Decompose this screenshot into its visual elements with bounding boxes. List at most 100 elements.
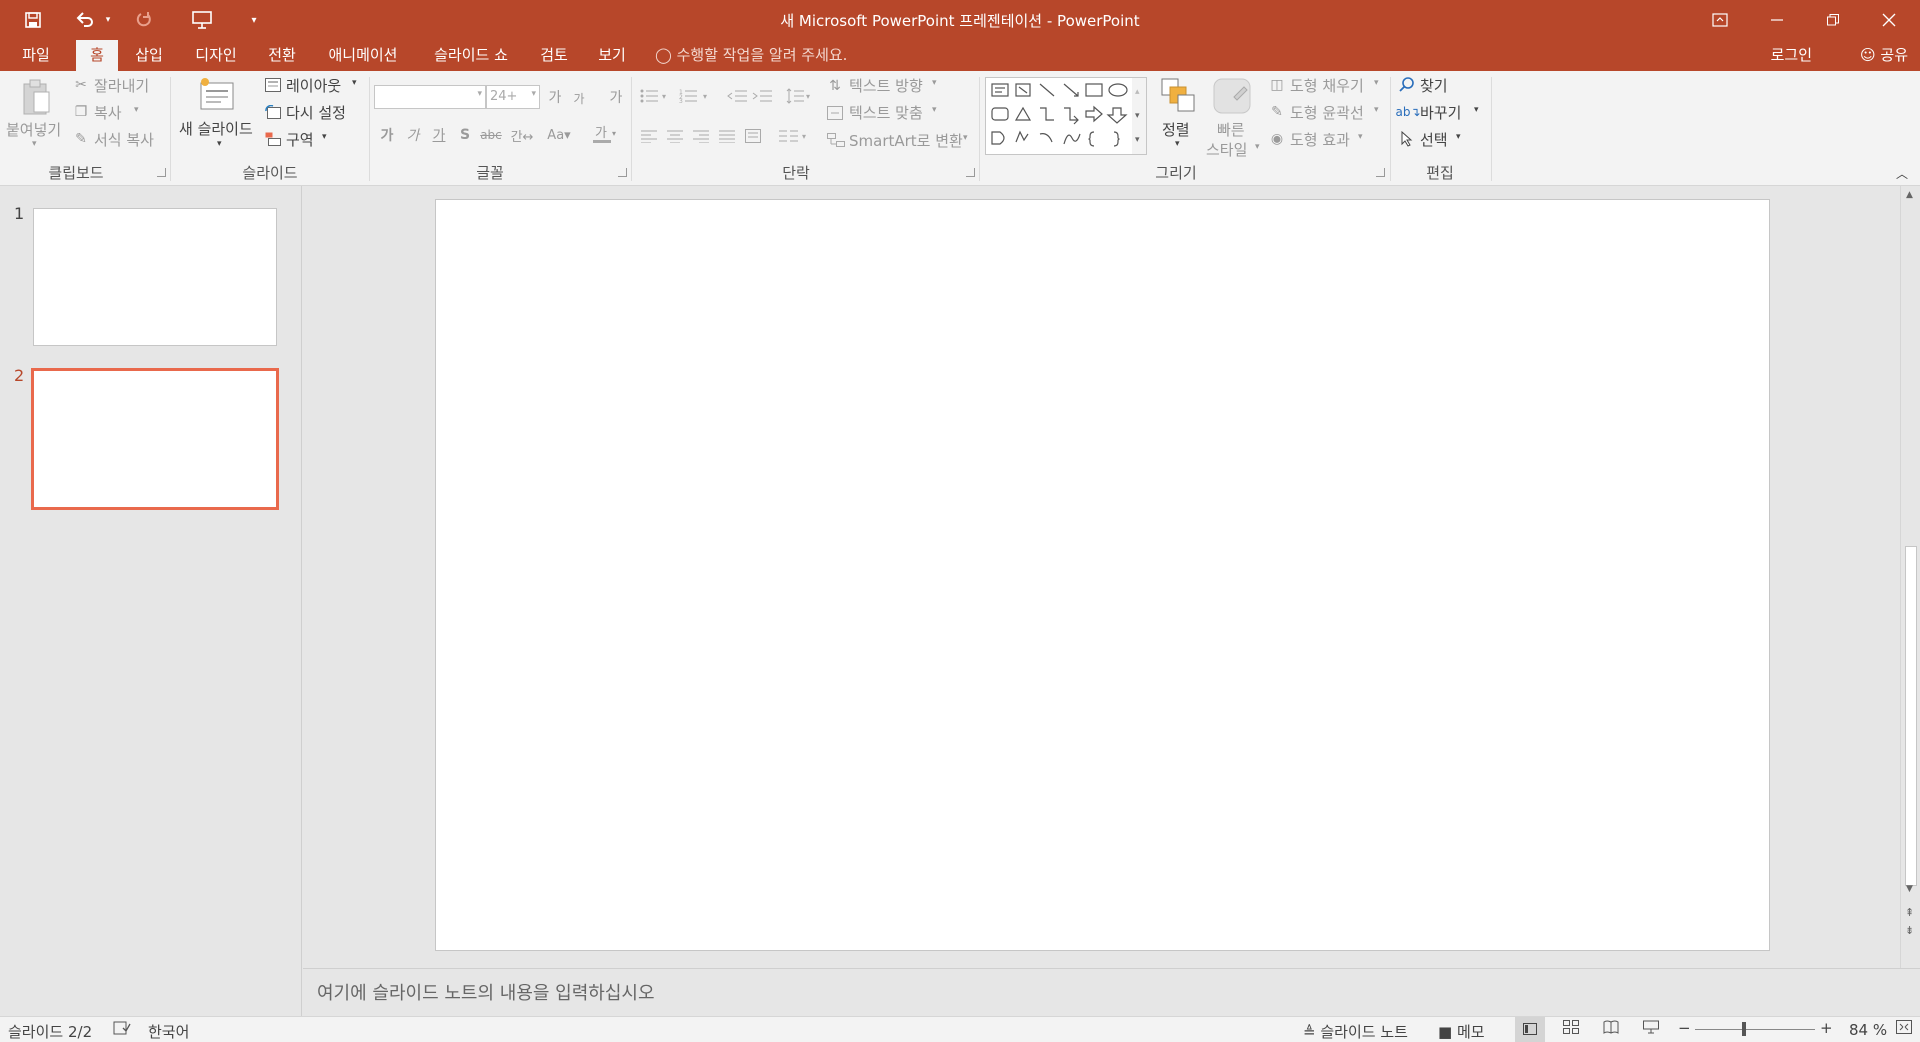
replace-dropdown-icon[interactable]: ▾ (1474, 105, 1479, 115)
drawing-launcher-icon[interactable] (1376, 168, 1385, 177)
new-slide-icon[interactable] (198, 75, 236, 113)
quick-styles-dropdown-icon[interactable]: ▾ (1255, 142, 1260, 152)
smartart-button[interactable]: SmartArt로 변환 (849, 130, 963, 151)
scrollbar-thumb[interactable] (1905, 546, 1917, 886)
notes-placeholder[interactable]: 여기에 슬라이드 노트의 내용을 입력하십시오 (317, 979, 655, 1005)
next-slide-icon[interactable]: ⇟ (1905, 924, 1914, 937)
align-text-button[interactable]: 텍스트 맞춤 (849, 102, 923, 123)
text-direction-button[interactable]: 텍스트 방향 (849, 75, 923, 96)
paste-dropdown-icon[interactable]: ▾ (32, 139, 37, 149)
underline-icon[interactable]: 가 (430, 125, 448, 145)
clear-formatting-icon[interactable]: 가 (606, 87, 626, 107)
increase-font-size-icon[interactable]: 가 (546, 87, 564, 107)
paste-button[interactable]: 붙여넣기 (6, 119, 61, 140)
slide-sorter-icon[interactable] (1563, 1020, 1579, 1038)
ribbon-display-options-icon[interactable] (1697, 0, 1743, 40)
accessibility-check-icon[interactable] (113, 1020, 131, 1040)
font-name-box[interactable]: ▾ (374, 85, 486, 109)
tab-insert[interactable]: 삽입 (126, 40, 172, 71)
share-button[interactable]: ☺ 공유 (1860, 40, 1908, 71)
select-dropdown-icon[interactable]: ▾ (1456, 132, 1461, 142)
italic-icon[interactable]: 가 (404, 125, 422, 145)
layout-button[interactable]: 레이아웃 (286, 75, 341, 96)
shape-fill-button[interactable]: 도형 채우기 (1290, 75, 1364, 96)
align-text-dropdown-icon[interactable]: ▾ (932, 105, 937, 115)
zoom-slider-thumb[interactable] (1742, 1022, 1746, 1036)
numbering-icon[interactable]: 1 2 3 ▾ (678, 87, 714, 105)
vertical-scrollbar[interactable]: ▲ ▼ ⇞ ⇟ (1900, 186, 1920, 968)
tab-file[interactable]: 파일 (10, 40, 62, 71)
scroll-up-icon[interactable]: ▲ (1906, 190, 1913, 200)
decrease-indent-icon[interactable] (726, 87, 748, 105)
tab-design[interactable]: 디자인 (185, 40, 247, 71)
align-center-icon[interactable] (666, 127, 684, 145)
tab-slideshow[interactable]: 슬라이드 쇼 (421, 40, 521, 71)
bold-icon[interactable]: 가 (378, 125, 396, 145)
font-size-box[interactable]: 24+ ▾ (486, 85, 540, 109)
quick-styles-icon[interactable] (1212, 77, 1252, 115)
paragraph-launcher-icon[interactable] (966, 168, 975, 177)
decrease-font-size-icon[interactable]: 가 (571, 89, 587, 107)
arrange-icon[interactable] (1160, 77, 1196, 113)
tab-transitions[interactable]: 전환 (258, 40, 306, 71)
columns-icon[interactable]: ▾ (778, 127, 812, 145)
font-color-icon[interactable]: 가 ▾ (590, 123, 620, 145)
slideshow-view-icon[interactable] (1643, 1020, 1659, 1038)
smartart-dropdown-icon[interactable]: ▾ (963, 133, 968, 143)
format-painter-button[interactable]: 서식 복사 (94, 129, 154, 150)
collapse-ribbon-icon[interactable]: ︿ (1896, 165, 1908, 182)
align-right-icon[interactable] (692, 127, 710, 145)
shape-effects-button[interactable]: 도형 효과 (1290, 129, 1350, 150)
copy-button[interactable]: 복사 (94, 102, 122, 123)
line-spacing-icon[interactable]: ▾ (786, 87, 814, 105)
slide-canvas[interactable] (435, 199, 1770, 951)
shape-fill-dropdown-icon[interactable]: ▾ (1374, 78, 1379, 88)
shapes-gallery-grid[interactable]: ▴ ▾ ▾ (986, 78, 1146, 154)
slide-thumbnail-1[interactable] (33, 208, 277, 346)
find-button[interactable]: 찾기 (1420, 75, 1448, 96)
restore-icon[interactable] (1810, 0, 1856, 40)
shape-effects-dropdown-icon[interactable]: ▾ (1358, 132, 1363, 142)
select-button[interactable]: 선택 (1420, 129, 1448, 150)
character-spacing-icon[interactable]: 간↔ (506, 125, 538, 145)
section-dropdown-icon[interactable]: ▾ (322, 132, 327, 142)
shape-outline-button[interactable]: 도형 윤곽선 (1290, 102, 1364, 123)
increase-indent-icon[interactable] (751, 87, 773, 105)
quick-styles-label-1[interactable]: 빠른 (1217, 119, 1245, 140)
tell-me-box[interactable]: ◯ 수행할 작업을 알려 주세요. (655, 40, 847, 71)
bullets-icon[interactable]: ▾ (640, 87, 670, 105)
cut-button[interactable]: 잘라내기 (94, 75, 149, 96)
distributed-icon[interactable] (744, 127, 762, 145)
font-name-dropdown-icon[interactable]: ▾ (477, 89, 482, 99)
layout-dropdown-icon[interactable]: ▾ (352, 78, 357, 88)
login-link[interactable]: 로그인 (1771, 40, 1812, 71)
comments-button[interactable]: ■ 메모 (1438, 1021, 1485, 1042)
new-slide-dropdown-icon[interactable]: ▾ (217, 139, 222, 149)
reset-button[interactable]: 다시 설정 (286, 102, 346, 123)
slide-thumbnail-2[interactable] (31, 368, 279, 510)
replace-button[interactable]: 바꾸기 (1420, 102, 1461, 123)
tab-animations[interactable]: 애니메이션 (318, 40, 408, 71)
zoom-out-icon[interactable]: − (1678, 1019, 1691, 1037)
normal-view-button[interactable] (1515, 1017, 1545, 1042)
change-case-icon[interactable]: Aa▾ (544, 125, 574, 145)
shapes-gallery[interactable]: ▴ ▾ ▾ (985, 77, 1147, 155)
font-launcher-icon[interactable] (618, 168, 627, 177)
scroll-down-icon[interactable]: ▼ (1906, 884, 1913, 894)
justify-icon[interactable] (718, 127, 736, 145)
clipboard-launcher-icon[interactable] (157, 168, 166, 177)
zoom-slider-track[interactable] (1695, 1029, 1815, 1030)
arrange-dropdown-icon[interactable]: ▾ (1175, 139, 1180, 149)
reading-view-icon[interactable] (1603, 1020, 1619, 1038)
zoom-level[interactable]: 84 % (1849, 1021, 1887, 1039)
tab-review[interactable]: 검토 (532, 40, 576, 71)
zoom-in-icon[interactable]: + (1820, 1019, 1833, 1037)
previous-slide-icon[interactable]: ⇞ (1905, 906, 1914, 919)
fit-to-window-icon[interactable] (1896, 1020, 1912, 1038)
minimize-icon[interactable] (1754, 0, 1800, 40)
paste-icon[interactable] (20, 77, 52, 117)
shape-outline-dropdown-icon[interactable]: ▾ (1374, 105, 1379, 115)
text-direction-dropdown-icon[interactable]: ▾ (932, 78, 937, 88)
language-indicator[interactable]: 한국어 (148, 1021, 189, 1042)
copy-dropdown-icon[interactable]: ▾ (134, 105, 139, 115)
